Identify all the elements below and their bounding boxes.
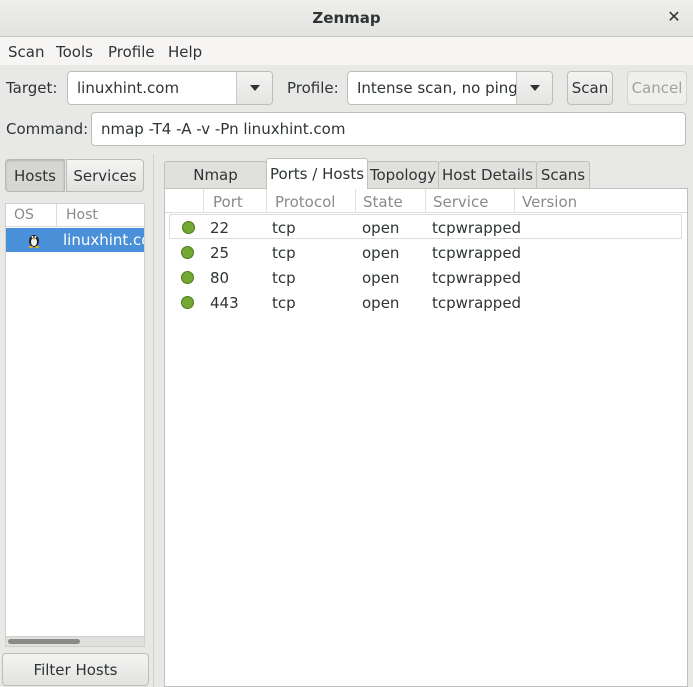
tab-host-details[interactable]: Host Details (438, 161, 537, 188)
service-cell: tcpwrapped (432, 294, 522, 312)
chevron-down-icon (250, 85, 260, 91)
table-row[interactable]: 443 tcp open tcpwrapped (169, 290, 682, 315)
menu-bar: Scan Tools Profile Help (0, 37, 693, 65)
protocol-cell: tcp (272, 294, 296, 312)
profile-combo[interactable]: Intense scan, no ping (347, 71, 553, 105)
target-label: Target: (6, 79, 58, 97)
services-toggle-button[interactable]: Services (66, 159, 144, 192)
cancel-button[interactable]: Cancel (627, 71, 687, 105)
target-combo[interactable]: linuxhint.com (67, 71, 273, 105)
command-value[interactable]: nmap -T4 -A -v -Pn linuxhint.com (101, 120, 345, 138)
tab-topology[interactable]: Topology (367, 161, 439, 188)
scan-button[interactable]: Scan (567, 71, 613, 105)
table-row[interactable]: 22 tcp open tcpwrapped (169, 214, 682, 239)
hosts-toggle-button[interactable]: Hosts (5, 159, 65, 192)
port-cell: 22 (210, 219, 230, 237)
host-row[interactable]: linuxhint.com (6, 228, 144, 252)
profile-label: Profile: (287, 79, 339, 97)
port-cell: 25 (210, 244, 230, 262)
host-name: linuxhint.com (63, 231, 144, 249)
menu-help[interactable]: Help (168, 43, 202, 61)
service-cell: tcpwrapped (432, 244, 522, 262)
menu-scan[interactable]: Scan (8, 43, 44, 61)
ports-table-header: Port Protocol State Service Version (165, 189, 687, 213)
column-header-host[interactable]: Host (66, 207, 98, 223)
port-cell: 80 (210, 269, 230, 287)
host-list: OS Host linuxhint.com (5, 203, 145, 647)
table-row[interactable]: 80 tcp open tcpwrapped (169, 265, 682, 290)
service-cell: tcpwrapped (432, 219, 522, 237)
scrollbar-thumb[interactable] (8, 639, 80, 644)
horizontal-scrollbar[interactable] (6, 636, 144, 646)
column-header-version[interactable]: Version (522, 193, 577, 211)
protocol-cell: tcp (272, 219, 296, 237)
tab-scans[interactable]: Scans (536, 161, 590, 188)
state-cell: open (362, 244, 400, 262)
host-list-header: OS Host (6, 204, 144, 227)
command-field[interactable]: nmap -T4 -A -v -Pn linuxhint.com (91, 112, 686, 146)
column-header-os[interactable]: OS (14, 207, 34, 223)
linux-penguin-icon (29, 235, 39, 248)
ports-table: Port Protocol State Service Version 22 t… (164, 188, 688, 687)
window-title: Zenmap (312, 9, 381, 27)
state-cell: open (362, 269, 400, 287)
column-header-port[interactable]: Port (213, 193, 243, 211)
pane-divider[interactable] (153, 154, 154, 687)
port-open-status-icon (181, 246, 194, 259)
filter-hosts-button[interactable]: Filter Hosts (2, 653, 149, 686)
chevron-down-icon (530, 85, 540, 91)
target-value[interactable]: linuxhint.com (77, 79, 179, 97)
column-header-protocol[interactable]: Protocol (275, 193, 335, 211)
menu-profile[interactable]: Profile (108, 43, 155, 61)
tab-nmap-output[interactable]: Nmap Output (164, 161, 267, 210)
port-open-status-icon (181, 296, 194, 309)
column-header-service[interactable]: Service (433, 193, 488, 211)
command-label: Command: (6, 120, 89, 138)
table-row[interactable]: 25 tcp open tcpwrapped (169, 240, 682, 265)
title-bar: Zenmap ✕ (0, 0, 693, 37)
menu-tools[interactable]: Tools (56, 43, 93, 61)
profile-value: Intense scan, no ping (357, 79, 518, 97)
target-dropdown-button[interactable] (236, 72, 272, 104)
close-icon[interactable]: ✕ (667, 8, 681, 26)
column-header-state[interactable]: State (363, 193, 403, 211)
tab-ports-hosts[interactable]: Ports / Hosts (266, 158, 368, 189)
port-cell: 443 (210, 294, 239, 312)
port-open-status-icon (182, 221, 195, 234)
profile-dropdown-button[interactable] (516, 72, 552, 104)
state-cell: open (362, 219, 400, 237)
service-cell: tcpwrapped (432, 269, 522, 287)
state-cell: open (362, 294, 400, 312)
port-open-status-icon (181, 271, 194, 284)
protocol-cell: tcp (272, 244, 296, 262)
protocol-cell: tcp (272, 269, 296, 287)
